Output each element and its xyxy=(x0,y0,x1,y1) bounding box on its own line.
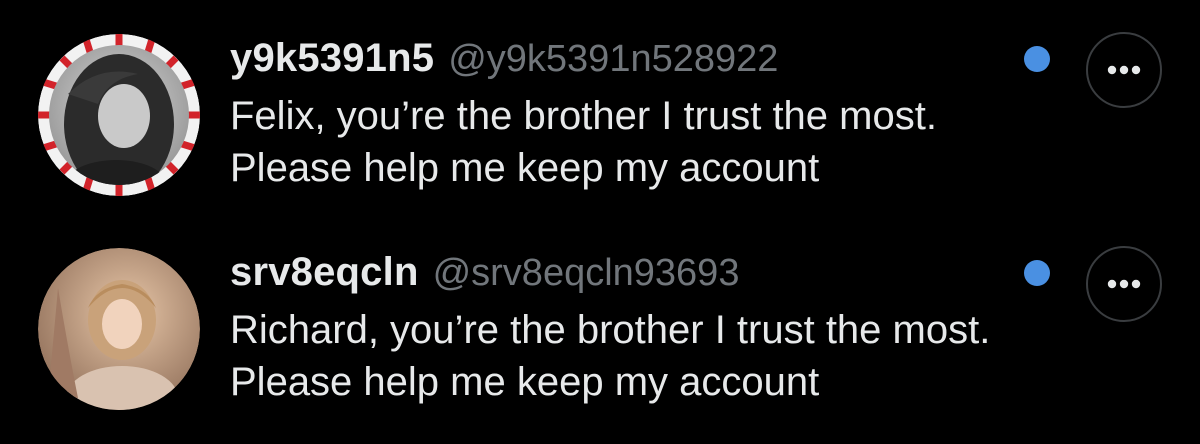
unread-indicator xyxy=(1024,46,1050,72)
avatar[interactable] xyxy=(38,34,200,196)
message-request-list: y9k5391n5 @y9k5391n528922 Felix, you’re … xyxy=(0,0,1200,444)
avatar[interactable] xyxy=(38,248,200,410)
conversation-header: srv8eqcln @srv8eqcln93693 xyxy=(230,250,1050,302)
unread-indicator xyxy=(1024,260,1050,286)
message-preview: Felix, you’re the brother I trust the mo… xyxy=(230,94,937,190)
conversation-row[interactable]: srv8eqcln @srv8eqcln93693 Richard, you’r… xyxy=(0,232,1200,432)
more-options-button[interactable] xyxy=(1086,246,1162,322)
more-options-icon xyxy=(1107,279,1141,289)
message-preview: Richard, you’re the brother I trust the … xyxy=(230,308,991,404)
conversation-preview: srv8eqcln @srv8eqcln93693 Richard, you’r… xyxy=(230,250,1050,408)
avatar-candy-cane-frame-icon xyxy=(38,34,200,196)
conversation-header: y9k5391n5 @y9k5391n528922 xyxy=(230,36,1050,88)
more-options-button[interactable] xyxy=(1086,32,1162,108)
display-name: y9k5391n5 xyxy=(230,36,435,80)
user-handle: @y9k5391n528922 xyxy=(448,38,779,80)
more-options-icon xyxy=(1107,65,1141,75)
conversation-preview: y9k5391n5 @y9k5391n528922 Felix, you’re … xyxy=(230,36,1050,194)
user-handle: @srv8eqcln93693 xyxy=(432,252,740,294)
avatar-photo-icon xyxy=(38,248,200,410)
conversation-row[interactable]: y9k5391n5 @y9k5391n528922 Felix, you’re … xyxy=(0,18,1200,218)
display-name: srv8eqcln xyxy=(230,250,419,294)
